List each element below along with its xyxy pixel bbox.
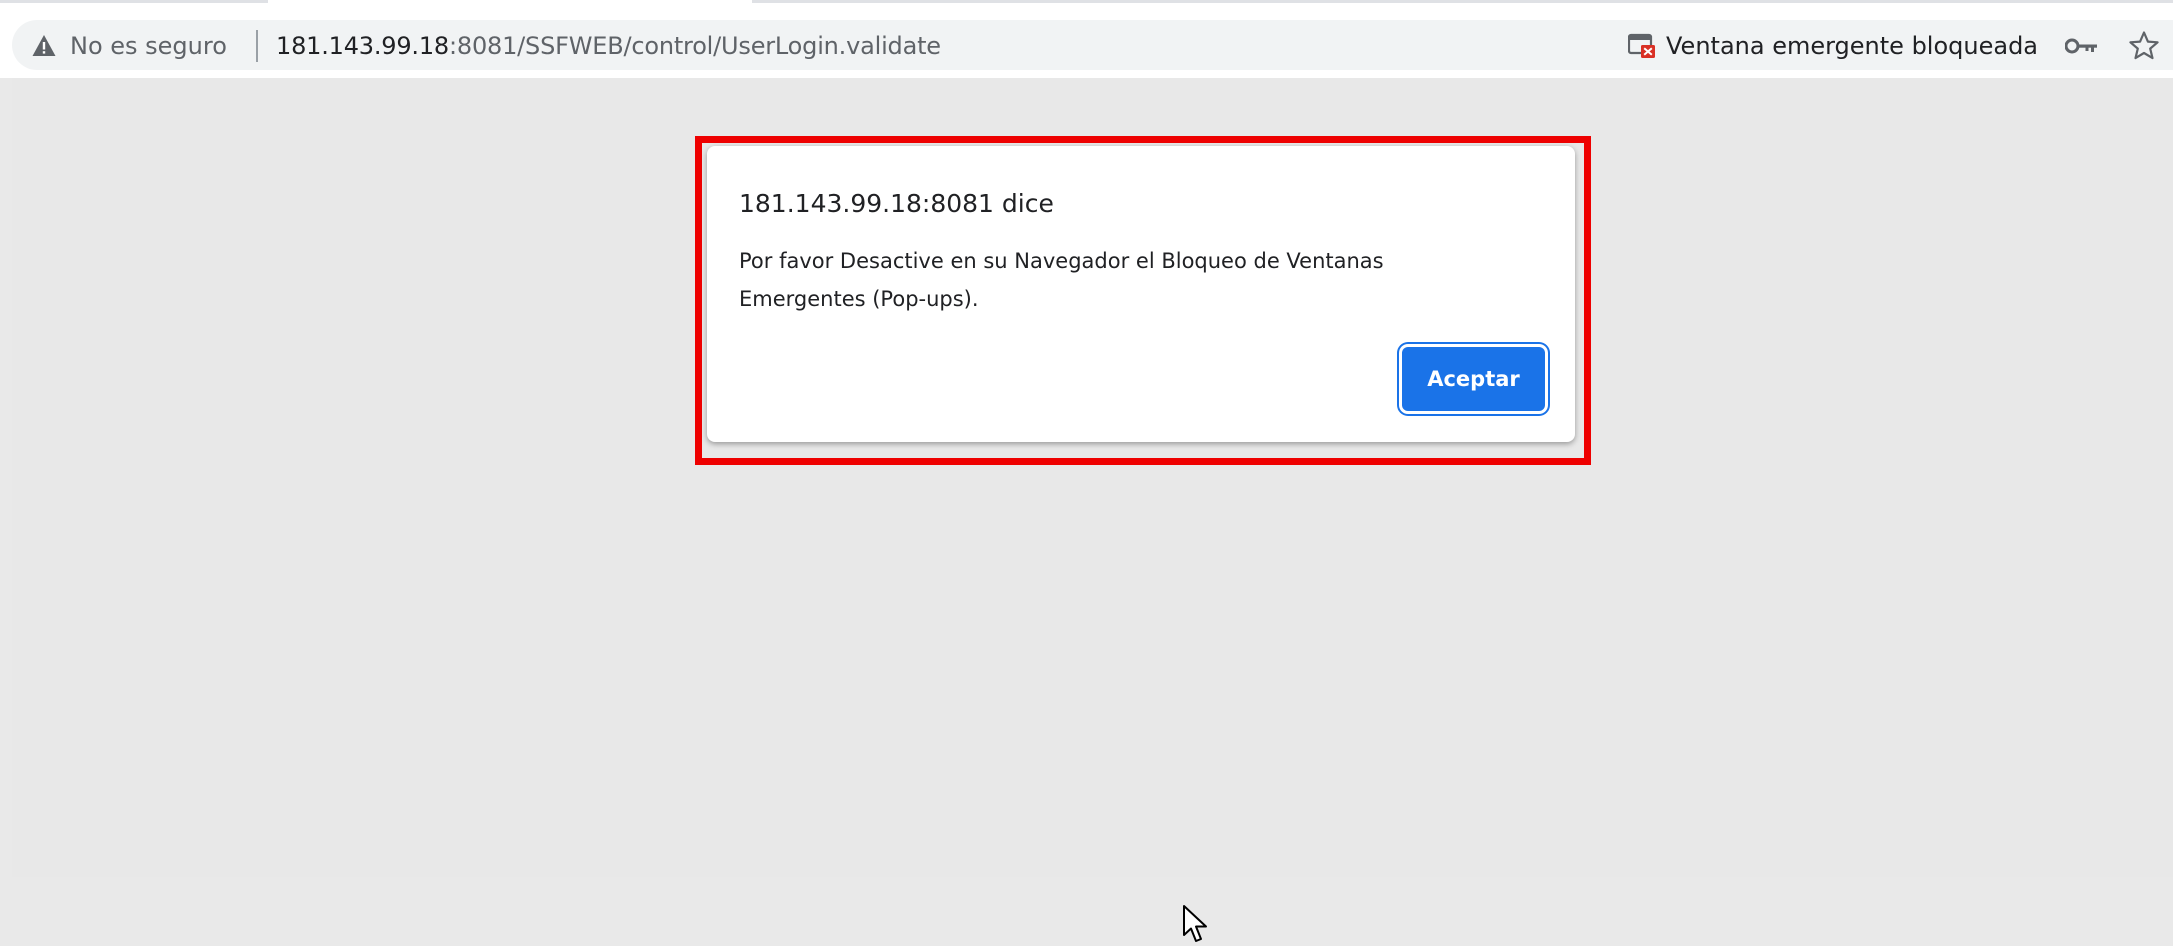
dialog-message: Por favor Desactive en su Navegador el B… <box>739 249 1384 311</box>
warning-triangle-icon[interactable] <box>32 34 56 58</box>
url-host: 181.143.99.18 <box>276 32 449 60</box>
tab-strip-divider <box>752 0 2173 3</box>
tab-strip-divider <box>0 0 268 3</box>
popup-blocked-icon[interactable] <box>1628 33 1656 59</box>
browser-toolbar: No es seguro 181.143.99.18:8081/SSFWEB/c… <box>0 0 2173 78</box>
url-path: :8081/SSFWEB/control/UserLogin.validate <box>448 32 941 60</box>
key-icon[interactable] <box>2065 36 2099 56</box>
mouse-cursor-icon <box>1183 905 1207 942</box>
accept-button[interactable]: Aceptar <box>1402 347 1545 411</box>
star-icon[interactable] <box>2128 30 2160 62</box>
page-viewport: 181.143.99.18:8081 dice Por favor Desact… <box>12 78 2173 942</box>
alert-dialog: 181.143.99.18:8081 dice Por favor Desact… <box>707 146 1575 442</box>
security-status-label[interactable]: No es seguro <box>70 28 227 64</box>
url-text[interactable]: 181.143.99.18:8081/SSFWEB/control/UserLo… <box>276 28 941 64</box>
dialog-origin: 181.143.99.18:8081 dice <box>739 189 1054 218</box>
popup-blocked-label[interactable]: Ventana emergente bloqueada <box>1666 28 2038 64</box>
address-bar-separator <box>256 30 258 62</box>
